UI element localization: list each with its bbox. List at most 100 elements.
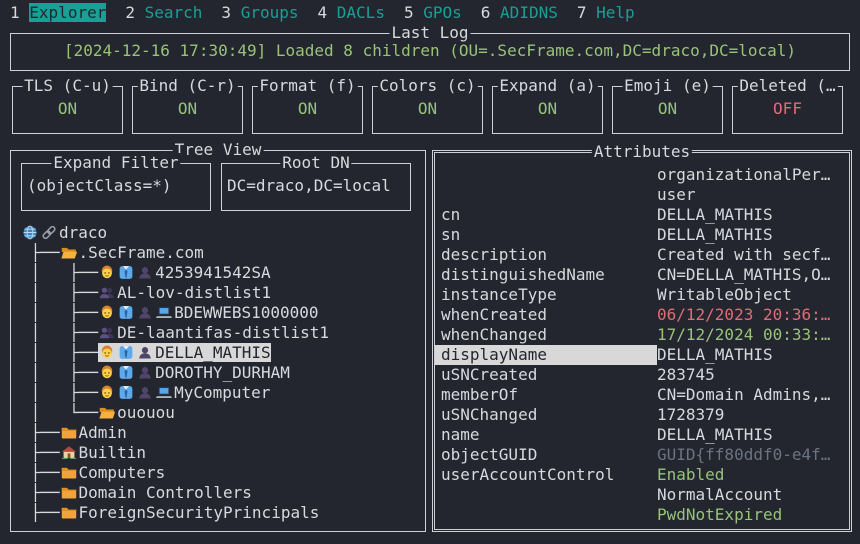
tree-node[interactable]: │ ├──MyComputer <box>21 383 421 403</box>
tree-node[interactable]: draco <box>21 223 421 243</box>
attribute-row[interactable]: PwdNotExpired <box>435 505 849 525</box>
group-icon <box>98 324 116 341</box>
menu-item-label: DACLs <box>337 3 385 22</box>
attribute-name: memberOf <box>435 385 657 405</box>
toggle-emoji-e[interactable]: Emoji (e)ON <box>612 86 723 134</box>
attribute-row[interactable]: objectGUIDGUID{ff80ddf0-e4f… <box>435 445 849 465</box>
tree-node[interactable]: │ ├──DELLA_MATHIS <box>21 343 421 363</box>
tree-node[interactable]: │ ├──BDEWWEBS1000000 <box>21 303 421 323</box>
tree-branch-lines: │ ├── <box>21 283 98 302</box>
tree-node[interactable]: │ ├──DOROTHY_DURHAM <box>21 363 421 383</box>
tree-node-content: Admin <box>60 423 127 442</box>
tree-node-content: draco <box>21 223 107 242</box>
attribute-name: cn <box>435 205 657 225</box>
toggle-state: ON <box>373 99 482 119</box>
attribute-name: uSNChanged <box>435 405 657 425</box>
person-icon <box>98 304 116 321</box>
menu-item-help[interactable]: 7 Help <box>577 3 635 23</box>
tree-branch-lines: ├── <box>21 243 60 262</box>
attribute-row[interactable]: memberOfCN=Domain Admins,… <box>435 385 849 405</box>
menu-item-label: Explorer <box>29 3 106 22</box>
toggle-expand-a[interactable]: Expand (a)ON <box>492 86 603 134</box>
toggle-format-f[interactable]: Format (f)ON <box>252 86 363 134</box>
attribute-name: uSNCreated <box>435 365 657 385</box>
attribute-row[interactable]: user <box>435 185 849 205</box>
toggle-deleted[interactable]: Deleted (…OFF <box>732 86 843 134</box>
laptop-icon <box>155 304 173 321</box>
toggle-state: ON <box>613 99 722 119</box>
last-log-panel: Last Log [2024-12-16 17:30:49] Loaded 8 … <box>10 33 850 71</box>
tree-node[interactable]: ├──Domain Controllers <box>21 483 421 503</box>
menu-item-explorer[interactable]: 1 Explorer <box>10 3 106 23</box>
attribute-value: NormalAccount <box>657 485 782 504</box>
attribute-row[interactable]: NormalAccount <box>435 485 849 505</box>
tree-list: draco ├──.SecFrame.com │ ├──4253941542SA… <box>21 223 421 523</box>
toggle-colors-c[interactable]: Colors (c)ON <box>372 86 483 134</box>
menu-item-adidns[interactable]: 6 ADIDNS <box>481 3 558 23</box>
tree-node-label: ForeignSecurityPrincipals <box>79 503 320 522</box>
tree-branch-lines: │ ├── <box>21 363 98 382</box>
tree-node-content: ForeignSecurityPrincipals <box>60 503 320 522</box>
menu-item-groups[interactable]: 3 Groups <box>221 3 298 23</box>
attribute-row[interactable]: uSNChanged1728379 <box>435 405 849 425</box>
root-dn-input[interactable]: DC=draco,DC=local <box>227 176 391 196</box>
tree-node-label: 4253941542SA <box>155 263 271 282</box>
tree-node[interactable]: │ ├──AL-lov-distlist1 <box>21 283 421 303</box>
attribute-name: distinguishedName <box>435 265 657 285</box>
attribute-row[interactable]: descriptionCreated with secf… <box>435 245 849 265</box>
menu-item-label: Help <box>596 3 635 22</box>
attribute-row[interactable]: userAccountControlEnabled <box>435 465 849 485</box>
laptop-icon <box>155 384 173 401</box>
attributes-title: Attributes <box>592 142 692 162</box>
tree-node[interactable]: ├──Admin <box>21 423 421 443</box>
tree-node[interactable]: │ └──ououou <box>21 403 421 423</box>
attribute-value: CN=Domain Admins,… <box>657 385 830 404</box>
attribute-value: GUID{ff80ddf0-e4f… <box>657 445 830 464</box>
attribute-row[interactable]: whenCreated06/12/2023 20:36:… <box>435 305 849 325</box>
tree-node[interactable]: │ ├──DE-laantifas-distlist1 <box>21 323 421 343</box>
attribute-row[interactable]: nameDELLA_MATHIS <box>435 425 849 445</box>
toggle-bind-c-r[interactable]: Bind (C-r)ON <box>132 86 243 134</box>
person-icon <box>98 384 116 401</box>
tree-node-content: Computers <box>60 463 166 482</box>
attribute-row[interactable]: organizationalPer… <box>435 165 849 185</box>
tree-node[interactable]: ├──.SecFrame.com <box>21 243 421 263</box>
expand-filter-input[interactable]: (objectClass=*) <box>27 176 172 196</box>
godap-screen: 1 Explorer 2 Search 3 Groups 4 DACLs 5 GPOs 6… <box>0 0 860 544</box>
silhouette-icon <box>136 384 154 401</box>
menu-item-gpos[interactable]: 5 GPOs <box>404 3 462 23</box>
tree-node[interactable]: ├── ForeignSecurityPrincipals <box>21 503 421 523</box>
expand-filter-box[interactable]: Expand Filter (objectClass=*) <box>21 163 211 211</box>
silhouette-icon <box>136 364 154 381</box>
root-dn-box[interactable]: Root DN DC=draco,DC=local <box>221 163 411 211</box>
menu-item-label: Search <box>145 3 203 22</box>
toggle-state: ON <box>493 99 602 119</box>
attribute-row[interactable]: distinguishedNameCN=DELLA_MATHIS,O… <box>435 265 849 285</box>
tree-branch-lines: │ ├── <box>21 343 98 362</box>
tree-branch-lines: ├── <box>21 503 60 522</box>
toggle-tls-c-u[interactable]: TLS (C-u)ON <box>12 86 123 134</box>
attribute-row[interactable]: displayNameDELLA_MATHIS <box>435 345 849 365</box>
attribute-row[interactable]: snDELLA_MATHIS <box>435 225 849 245</box>
attribute-row[interactable]: cnDELLA_MATHIS <box>435 205 849 225</box>
menu-item-dacls[interactable]: 4 DACLs <box>318 3 385 23</box>
tree-node[interactable]: ├──Builtin <box>21 443 421 463</box>
attribute-value: CN=DELLA_MATHIS,O… <box>657 265 830 284</box>
silhouette-icon <box>136 344 154 361</box>
tree-node-label: Builtin <box>79 443 146 462</box>
menu-item-number: 3 <box>221 3 231 22</box>
necktie-icon <box>117 304 135 321</box>
root-dn-title: Root DN <box>280 153 351 173</box>
toggle-title: Expand (a) <box>497 76 597 96</box>
attribute-row[interactable]: instanceTypeWritableObject <box>435 285 849 305</box>
toggle-title: Emoji (e) <box>622 76 713 96</box>
tree-node-label: MyComputer <box>174 383 270 402</box>
menu-item-search[interactable]: 2 Search <box>125 3 202 23</box>
attribute-row[interactable]: uSNCreated283745 <box>435 365 849 385</box>
tree-node-label: draco <box>59 223 107 242</box>
tree-node[interactable]: ├──Computers <box>21 463 421 483</box>
attribute-row[interactable]: whenChanged17/12/2024 00:33:… <box>435 325 849 345</box>
attributes-table: organizationalPer…usercnDELLA_MATHISsnDE… <box>435 165 849 525</box>
necktie-icon <box>117 384 135 401</box>
tree-node[interactable]: │ ├──4253941542SA <box>21 263 421 283</box>
